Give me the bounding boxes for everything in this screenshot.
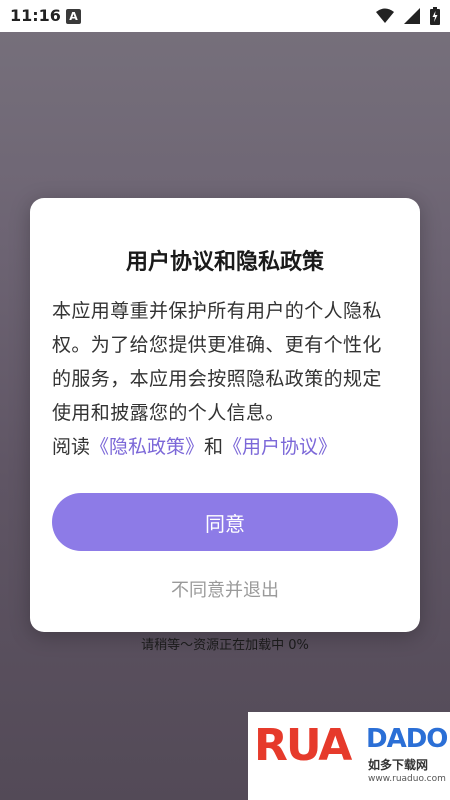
battery-icon — [430, 7, 440, 25]
watermark-logo: RUA DADO 如多下载网 www.ruaduo.com — [248, 712, 450, 800]
watermark-logo-text-part2: DADO — [366, 724, 448, 754]
agree-button[interactable]: 同意 — [52, 493, 398, 551]
notification-a-icon: A — [66, 9, 81, 24]
loading-status-text: 请稍等～资源正在加载中 0% — [141, 638, 309, 653]
and-text: 和 — [204, 436, 224, 458]
watermark-logo-text-part1: RUA — [254, 720, 352, 771]
read-prefix: 阅读 — [52, 436, 91, 458]
status-bar: 11:16 A — [0, 0, 450, 32]
signal-icon — [404, 8, 420, 24]
status-time: 11:16 — [10, 6, 61, 25]
privacy-dialog: 用户协议和隐私政策 本应用尊重并保护所有用户的个人隐私权。为了给您提供更准确、更… — [30, 198, 420, 632]
user-agreement-link[interactable]: 《用户协议》 — [223, 436, 337, 458]
wifi-icon — [376, 8, 394, 24]
status-icons — [376, 7, 440, 25]
policy-links-line: 阅读《隐私政策》和《用户协议》 — [52, 432, 400, 459]
dialog-body-text: 本应用尊重并保护所有用户的个人隐私权。为了给您提供更准确、更有个性化的服务，本应… — [52, 300, 382, 424]
privacy-policy-link[interactable]: 《隐私政策》 — [90, 436, 204, 458]
watermark-url: www.ruaduo.com — [368, 774, 446, 784]
disagree-exit-button[interactable]: 不同意并退出 — [30, 576, 420, 602]
watermark-site-name: 如多下载网 — [368, 758, 429, 772]
dialog-title: 用户协议和隐私政策 — [125, 250, 324, 275]
